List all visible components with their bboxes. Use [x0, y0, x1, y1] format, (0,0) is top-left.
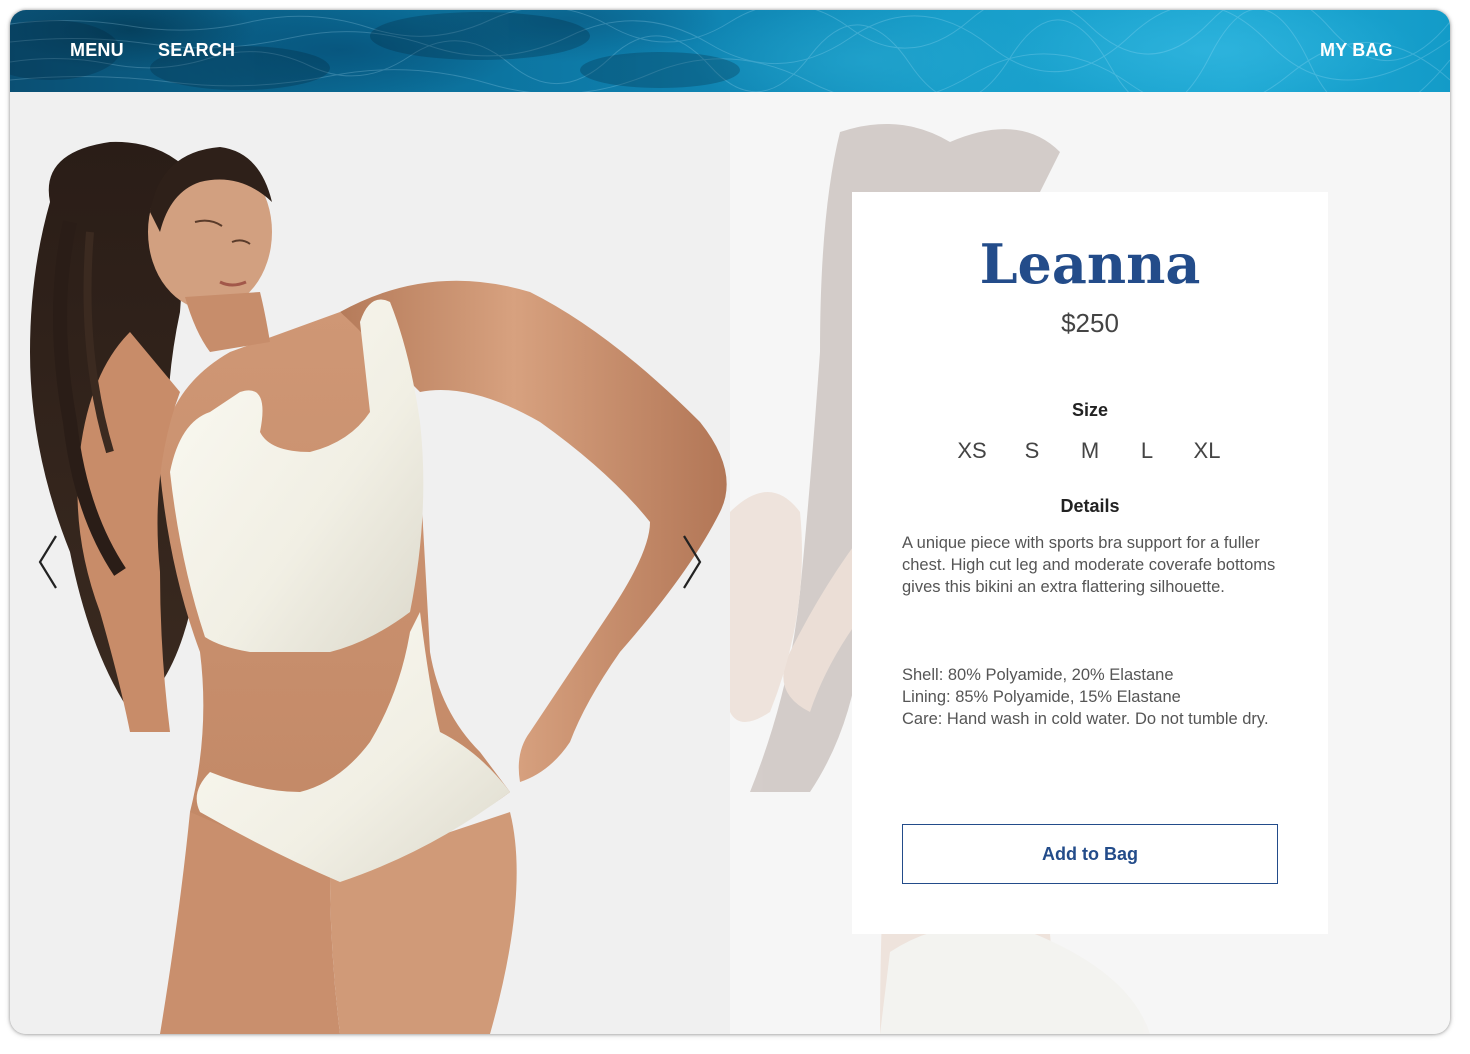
details-heading: Details: [1060, 496, 1120, 516]
size-option-l[interactable]: L: [1122, 438, 1172, 464]
prev-image-button[interactable]: [34, 532, 62, 592]
product-photo: [30, 141, 727, 1034]
search-link[interactable]: SEARCH: [158, 40, 235, 61]
menu-link[interactable]: MENU: [70, 40, 124, 61]
chevron-right-icon: [683, 535, 702, 589]
header-bar: MENU SEARCH MY BAG: [10, 10, 1450, 92]
size-option-m[interactable]: M: [1065, 438, 1115, 464]
spec-shell: Shell: 80% Polyamide, 20% Elastane: [902, 666, 1174, 684]
size-heading: Size: [1071, 400, 1109, 420]
spec-lining: Lining: 85% Polyamide, 15% Elastane: [902, 688, 1181, 706]
product-name: Leanna: [979, 232, 1201, 296]
product-card: Leanna $250 Size XS S M L XL Details A u…: [852, 192, 1328, 934]
next-image-button[interactable]: [678, 532, 706, 592]
product-specs: Shell: 80% Polyamide, 20% Elastane Linin…: [902, 664, 1282, 730]
add-to-bag-button[interactable]: Add to Bag: [902, 824, 1278, 884]
app-frame: MENU SEARCH MY BAG Leanna $250 Size XS S…: [10, 10, 1450, 1034]
product-description: A unique piece with sports bra support f…: [902, 534, 1276, 596]
product-gallery: [10, 92, 730, 1034]
spec-care: Care: Hand wash in cold water. Do not tu…: [902, 710, 1269, 728]
product-price: $250: [1061, 308, 1119, 338]
product-info-panel: Leanna $250 Size XS S M L XL Details A u…: [730, 92, 1450, 1034]
chevron-left-icon: [38, 535, 57, 589]
size-option-xl[interactable]: XL: [1182, 438, 1232, 464]
my-bag-link[interactable]: MY BAG: [1320, 40, 1393, 61]
size-option-s[interactable]: S: [1007, 438, 1057, 464]
size-option-xs[interactable]: XS: [947, 438, 997, 464]
size-selector: XS S M L XL: [852, 438, 1328, 468]
